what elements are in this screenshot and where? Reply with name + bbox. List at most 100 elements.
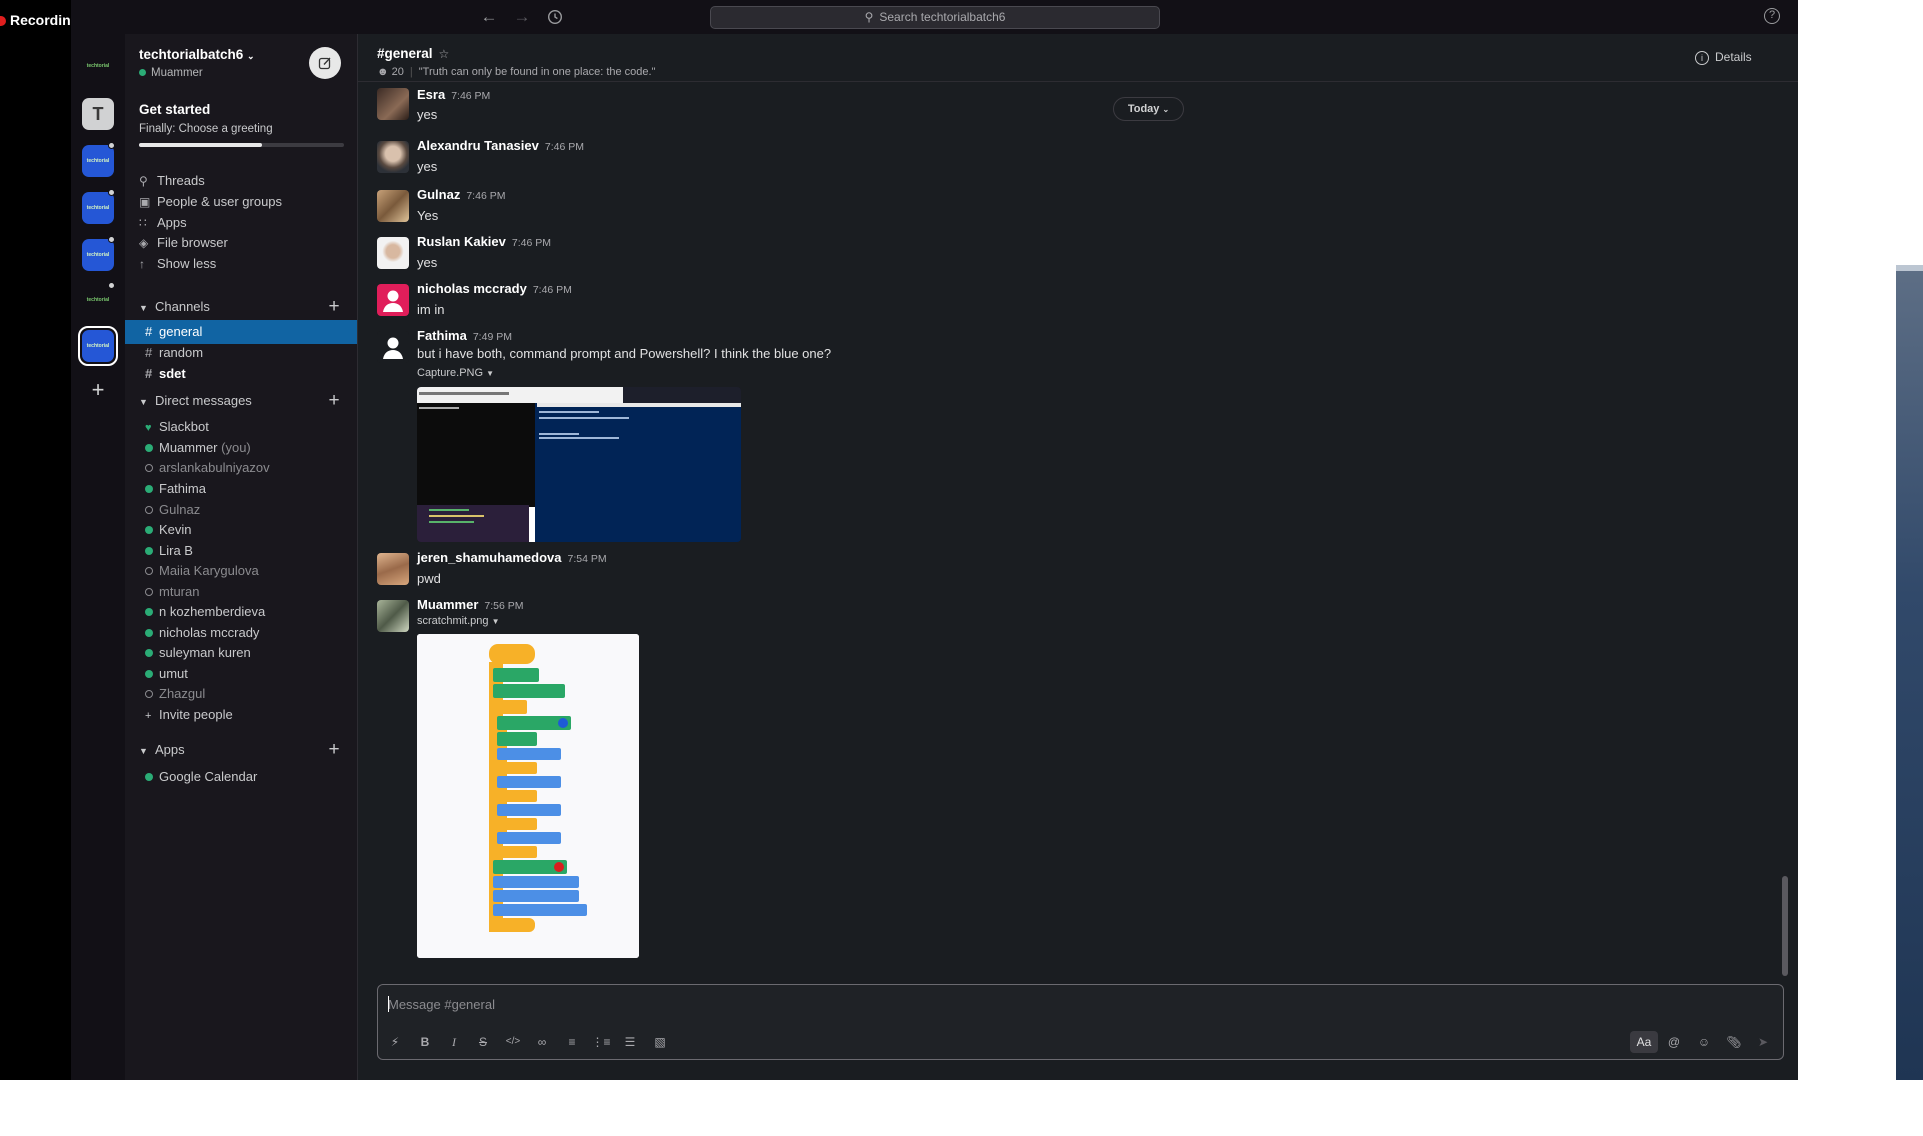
- nav-threads[interactable]: ⚲ Threads: [139, 171, 205, 191]
- dm-suleyman-kuren[interactable]: suleyman kuren: [125, 642, 357, 664]
- member-count[interactable]: 20: [392, 66, 404, 78]
- avatar[interactable]: [377, 88, 409, 120]
- workspace-icon[interactable]: techtorial: [82, 145, 114, 177]
- dm-arslankabulniyazov[interactable]: arslankabulniyazov: [125, 457, 357, 479]
- invite-people-link[interactable]: + Invite people: [125, 704, 357, 726]
- screen: Recording ← → ⚲ Search techtorialbatch6 ?…: [0, 0, 1923, 1136]
- scrollbar[interactable]: [1782, 876, 1788, 976]
- message-text: im in: [417, 302, 445, 317]
- help-icon[interactable]: ?: [1764, 8, 1780, 24]
- italic-icon[interactable]: I: [443, 1031, 465, 1053]
- heart-icon: ♥: [145, 422, 152, 434]
- compose-button[interactable]: [309, 47, 341, 79]
- avatar[interactable]: [377, 141, 409, 173]
- dm-maiia-karygulova[interactable]: Maiia Karygulova: [125, 560, 357, 582]
- workspace-icon[interactable]: techtorial: [82, 239, 114, 271]
- capture-image: [417, 387, 741, 542]
- add-channel-icon[interactable]: +: [325, 297, 343, 316]
- details-button[interactable]: i Details: [1695, 50, 1752, 65]
- nav-people[interactable]: ▣ People & user groups: [139, 192, 282, 212]
- message-author[interactable]: Esra 7:46 PM: [417, 87, 490, 102]
- message-input[interactable]: [388, 993, 1768, 1015]
- forward-arrow-icon[interactable]: →: [511, 6, 533, 28]
- link-icon[interactable]: ∞: [531, 1031, 553, 1053]
- dm-section-header[interactable]: ▼ Direct messages: [139, 391, 252, 411]
- message-author[interactable]: Fathima 7:49 PM: [417, 328, 512, 343]
- dm-umut[interactable]: umut: [125, 663, 357, 685]
- apps-section-header[interactable]: ▼ Apps: [139, 740, 185, 760]
- avatar[interactable]: [377, 190, 409, 222]
- bold-icon[interactable]: B: [414, 1031, 436, 1053]
- record-icon: [0, 16, 6, 26]
- avatar[interactable]: [377, 284, 409, 316]
- message-author[interactable]: Ruslan Kakiev 7:46 PM: [417, 234, 551, 249]
- attach-paperclip-icon[interactable]: 📎︎: [1723, 1031, 1745, 1053]
- message-author[interactable]: jeren_shamuhamedova 7:54 PM: [417, 550, 607, 565]
- attached-image-scratch[interactable]: [417, 634, 639, 958]
- mention-icon[interactable]: @: [1663, 1031, 1685, 1053]
- message: nicholas mccrady 7:46 PM im in: [377, 281, 1277, 324]
- nav-show-less[interactable]: ↑ Show less: [139, 254, 216, 274]
- channel-title[interactable]: #general ☆: [377, 46, 449, 61]
- dm-kevin[interactable]: Kevin: [125, 519, 357, 541]
- layers-icon: ◈: [139, 236, 149, 250]
- code-block-icon[interactable]: ▧: [649, 1031, 671, 1053]
- formatting-toggle-button[interactable]: Aa: [1630, 1031, 1658, 1053]
- workspace-icon-t[interactable]: T: [82, 98, 114, 130]
- dm-nicholas-mccrady[interactable]: nicholas mccrady: [125, 622, 357, 644]
- people-icon: ▣: [139, 195, 151, 209]
- message-author[interactable]: Gulnaz 7:46 PM: [417, 187, 505, 202]
- dm-n-kozhemberdieva[interactable]: n kozhemberdieva: [125, 601, 357, 623]
- code-icon[interactable]: </>: [502, 1031, 524, 1053]
- avatar[interactable]: [377, 331, 409, 363]
- attached-screenshot-capture[interactable]: [417, 387, 741, 542]
- workspace-icon[interactable]: techtorial: [82, 192, 114, 224]
- workspace-icon[interactable]: techtorial: [82, 284, 114, 316]
- nav-apps[interactable]: ∷ Apps: [139, 213, 187, 233]
- add-app-icon[interactable]: +: [325, 740, 343, 759]
- dm-fathima[interactable]: Fathima: [125, 478, 357, 500]
- message-author[interactable]: nicholas mccrady 7:46 PM: [417, 281, 572, 296]
- dm-gulnaz[interactable]: Gulnaz: [125, 499, 357, 521]
- blockquote-icon[interactable]: ☰: [619, 1031, 641, 1053]
- strikethrough-icon[interactable]: S: [472, 1031, 494, 1053]
- message-text: Yes: [417, 208, 439, 223]
- default-user-icon: [383, 290, 403, 312]
- file-name[interactable]: Capture.PNG ▼: [417, 367, 494, 379]
- history-clock-icon[interactable]: [544, 6, 566, 28]
- presence-active-icon: [145, 444, 153, 452]
- star-icon[interactable]: ☆: [439, 47, 450, 61]
- nav-file-browser[interactable]: ◈ File browser: [139, 233, 228, 253]
- add-dm-icon[interactable]: +: [325, 391, 343, 410]
- bulleted-list-icon[interactable]: ⋮≡: [590, 1031, 612, 1053]
- emoji-icon[interactable]: ☺: [1693, 1031, 1715, 1053]
- channel-topic[interactable]: "Truth can only be found in one place: t…: [419, 66, 656, 78]
- avatar[interactable]: [377, 237, 409, 269]
- back-arrow-icon[interactable]: ←: [478, 6, 500, 28]
- arrow-up-icon: ↑: [139, 257, 145, 271]
- app-google-calendar[interactable]: Google Calendar: [125, 766, 357, 788]
- channels-section-header[interactable]: ▼ Channels: [139, 297, 210, 317]
- message: Fathima 7:49 PM but i have both, command …: [377, 328, 1277, 551]
- avatar[interactable]: [377, 553, 409, 585]
- workspace-icon[interactable]: techtorial: [82, 50, 114, 82]
- active-workspace-icon[interactable]: techtorial: [82, 330, 114, 362]
- avatar[interactable]: [377, 600, 409, 632]
- shortcuts-lightning-icon[interactable]: ⚡︎: [384, 1031, 406, 1053]
- add-workspace-icon[interactable]: +: [87, 379, 109, 402]
- ordered-list-icon[interactable]: ≡: [561, 1031, 583, 1053]
- search-bar[interactable]: ⚲ Search techtorialbatch6: [710, 6, 1160, 29]
- dm-lira-b[interactable]: Lira B: [125, 540, 357, 562]
- dm-mturan[interactable]: mturan: [125, 581, 357, 603]
- dm-zhazgul[interactable]: Zhazgul: [125, 683, 357, 705]
- message-author[interactable]: Muammer 7:56 PM: [417, 597, 524, 612]
- send-icon[interactable]: ➤: [1752, 1031, 1774, 1053]
- members-icon[interactable]: ☻: [377, 66, 389, 78]
- workspace-name[interactable]: techtorialbatch6 ⌄: [139, 47, 255, 62]
- message-author[interactable]: Alexandru Tanasiev 7:46 PM: [417, 138, 584, 153]
- file-name[interactable]: scratchmit.png ▼: [417, 615, 500, 627]
- dm-slackbot[interactable]: ♥ Slackbot: [125, 416, 357, 438]
- channel-sdet[interactable]: # sdet: [125, 362, 357, 386]
- get-started-title[interactable]: Get started: [139, 102, 210, 117]
- dm-muammer[interactable]: Muammer (you): [125, 437, 357, 459]
